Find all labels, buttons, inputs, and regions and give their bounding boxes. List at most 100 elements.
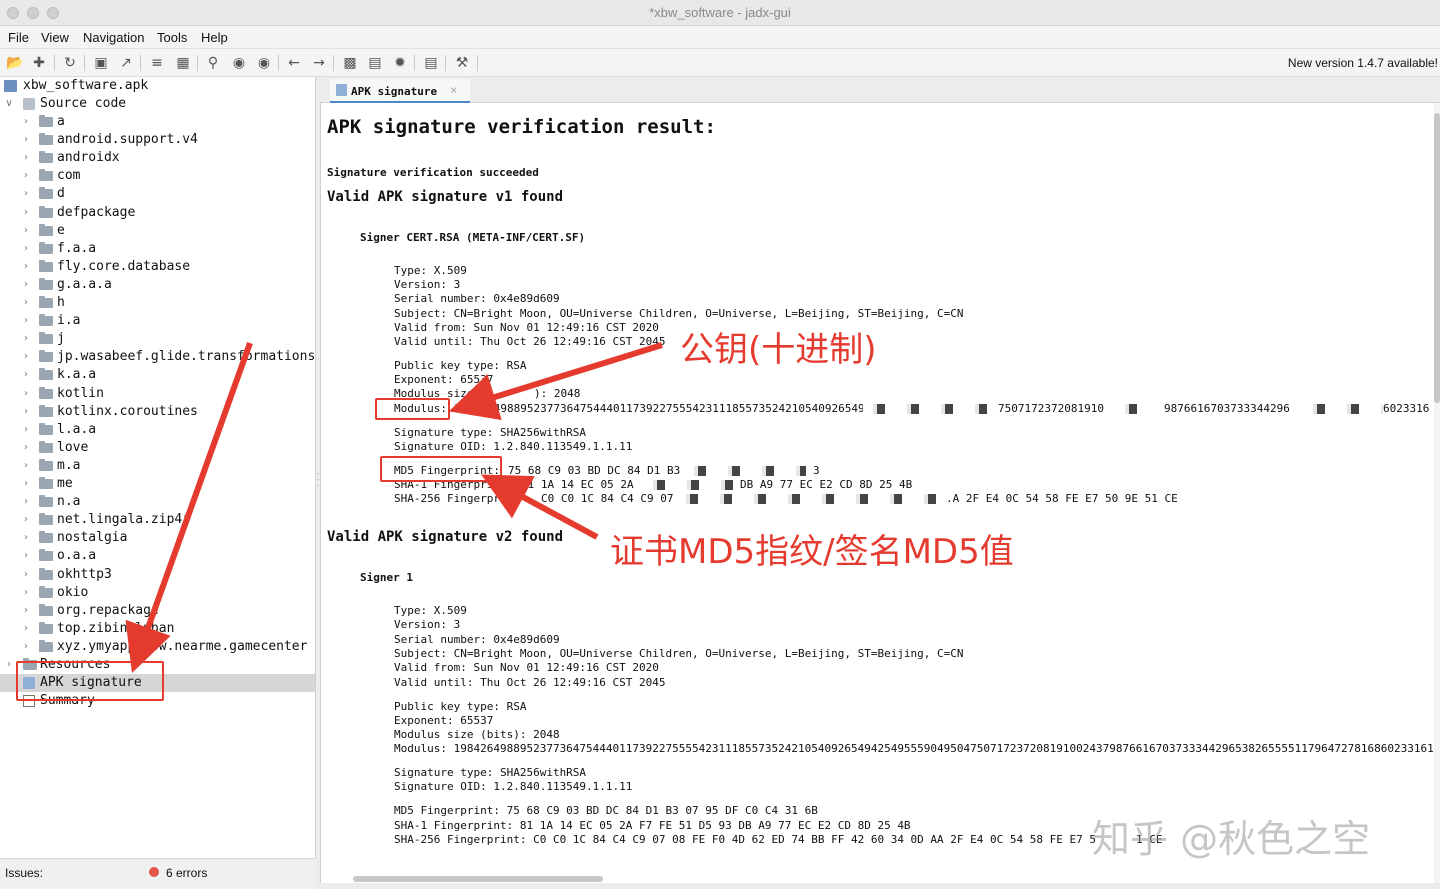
modulus-highlight-box [375,398,450,420]
chevron-right-icon[interactable]: › [21,294,31,312]
find-usage-icon[interactable]: ◉ [230,54,248,72]
chevron-right-icon[interactable]: › [21,167,31,185]
chevron-right-icon[interactable]: › [21,421,31,439]
v1-sha1-b: DB A9 77 EC E2 CD 8D 25 4B [740,478,913,491]
chevron-right-icon[interactable]: › [21,403,31,421]
chevron-right-icon[interactable]: › [21,638,31,656]
package-label: love [57,439,89,455]
v1-md5-value: 75 68 C9 03 BD DC 84 D1 B3 [508,464,681,477]
chevron-right-icon[interactable]: › [21,584,31,602]
package-label: e [57,222,65,238]
error-icon [149,867,159,877]
new-version-notice[interactable]: New version 1.4.7 available! [1288,56,1438,70]
chevron-right-icon[interactable]: › [21,113,31,131]
horizontal-scrollbar[interactable] [321,875,1434,883]
v2-exponent: Exponent: 65537 [394,714,494,727]
chevron-right-icon[interactable]: › [21,258,31,276]
forward-icon[interactable]: → [310,54,328,72]
chevron-right-icon[interactable]: › [21,511,31,529]
toolbar-separator [84,55,85,71]
chevron-right-icon[interactable]: › [4,656,14,674]
chevron-right-icon[interactable]: › [21,620,31,638]
redaction-block [1115,404,1159,414]
export-icon[interactable]: ↗ [117,54,135,72]
chevron-right-icon[interactable]: › [21,348,31,366]
folder-icon [39,314,53,327]
scrollbar-thumb[interactable] [1434,113,1440,403]
chevron-right-icon[interactable]: › [21,602,31,620]
folder-icon [39,205,53,218]
toolbar-separator [414,55,415,71]
error-count[interactable]: 6 errors [166,866,207,880]
deobfuscation-icon[interactable]: ▩ [341,54,359,72]
open-file-icon[interactable]: 📂 [6,54,24,72]
package-label: com [57,168,81,184]
chevron-right-icon[interactable]: › [21,131,31,149]
v1-pk-type: Public key type: RSA [394,359,527,372]
menu-file[interactable]: File [8,30,29,45]
save-icon[interactable]: ▣ [92,54,110,72]
v1-sha256-a: C0 C0 1C 84 C4 C9 07 [541,492,674,505]
v1-title: Valid APK signature v1 found [327,189,564,205]
jadx-window: *xbw_software - jadx-gui File View Navig… [0,0,1440,889]
debug-icon[interactable]: ✹ [391,54,409,72]
vertical-scrollbar[interactable] [1434,103,1440,883]
chevron-right-icon[interactable]: › [21,204,31,222]
chevron-right-icon[interactable]: › [21,529,31,547]
folder-icon [39,368,53,381]
chevron-right-icon[interactable]: › [21,385,31,403]
find-class-icon[interactable]: ◉ [255,54,273,72]
folder-icon [39,531,53,544]
sync-icon[interactable]: ↻ [61,54,79,72]
chevron-right-icon[interactable]: › [21,276,31,294]
add-files-icon[interactable]: ✚ [30,54,48,72]
chevron-right-icon[interactable]: › [21,222,31,240]
preferences-icon[interactable]: ⚒ [453,54,471,72]
folder-icon [39,477,53,489]
folder-icon [39,495,53,508]
v1-type: Type: X.509 [394,264,467,277]
chevron-right-icon[interactable]: › [21,547,31,565]
menu-help[interactable]: Help [201,30,228,45]
chevron-right-icon[interactable]: › [21,185,31,203]
menu-navigation[interactable]: Navigation [83,30,144,45]
chevron-right-icon[interactable]: › [21,439,31,457]
package-icon[interactable]: ▦ [174,54,192,72]
chevron-down-icon[interactable]: ∨ [4,95,14,113]
project-tree: xbw_software.apk ∨ Source code › a › androi… [0,77,316,858]
flatten-icon[interactable]: ≡ [148,54,166,72]
chevron-right-icon[interactable]: › [21,240,31,258]
package-label: org.repackage [57,602,159,618]
menu-tools[interactable]: Tools [157,30,187,45]
back-icon[interactable]: ← [285,54,303,72]
tab-apk-signature[interactable]: APK signature × [330,79,470,103]
folder-icon [39,223,53,236]
chevron-right-icon[interactable]: › [21,457,31,475]
folder-icon [39,440,53,453]
search-icon[interactable]: ⚲ [204,54,222,72]
v1-sig-type: Signature type: SHA256withRSA [394,426,587,439]
folder-icon [39,169,53,182]
package-label: nostalgia [57,530,128,546]
folder-icon [39,567,53,580]
source-code-icon [23,98,35,110]
v2-sig-oid: Signature OID: 1.2.840.113549.1.1.11 [394,780,633,793]
package-label: l.a.a [57,421,97,437]
chevron-right-icon[interactable]: › [21,330,31,348]
v2-md5: MD5 Fingerprint: 75 68 C9 03 BD DC 84 D1… [394,804,818,817]
chevron-right-icon[interactable]: › [21,566,31,584]
v2-sha1: SHA-1 Fingerprint: 81 1A 14 EC 05 2A F7 … [394,819,911,832]
md5-annotation: 证书MD5指纹/签名MD5值 [610,532,1014,572]
chevron-right-icon[interactable]: › [21,475,31,493]
close-tab-icon[interactable]: × [450,83,457,97]
folder-icon [39,296,53,308]
menu-view[interactable]: View [41,30,69,45]
chevron-right-icon[interactable]: › [21,149,31,167]
scrollbar-thumb[interactable] [353,876,603,882]
bookmark-icon[interactable]: ▤ [366,54,384,72]
chevron-right-icon[interactable]: › [21,493,31,511]
chevron-right-icon[interactable]: › [21,312,31,330]
chevron-right-icon[interactable]: › [21,366,31,384]
v2-serial: Serial number: 0x4e89d609 [394,633,560,646]
log-icon[interactable]: ▤ [422,54,440,72]
